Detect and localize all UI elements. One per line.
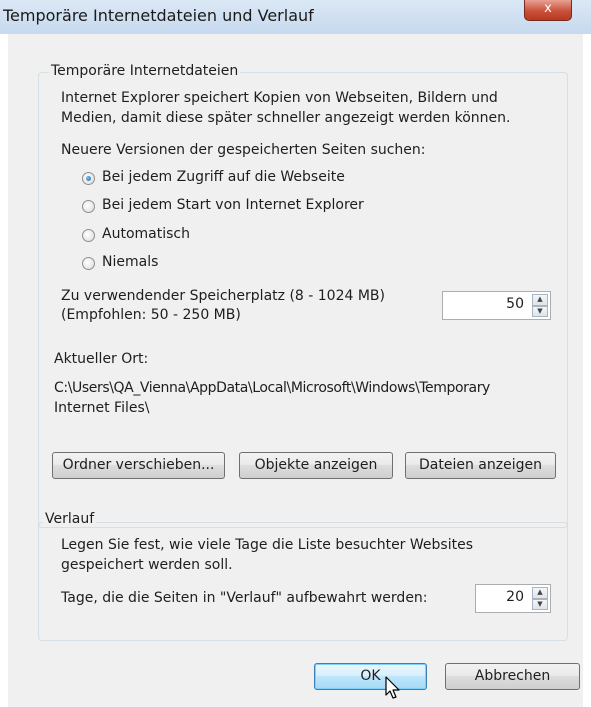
radio-selected-icon[interactable] <box>82 172 95 185</box>
history-description-2: gespeichert werden soll. <box>61 557 233 573</box>
check-newer-label: Neuere Versionen der gespeicherten Seite… <box>61 142 426 158</box>
radio-label: Bei jedem Start von Internet Explorer <box>102 197 364 213</box>
radio-label: Niemals <box>102 254 159 270</box>
history-days-spinner[interactable]: 20 ▲ ▼ <box>475 584 551 613</box>
title-bar[interactable]: Temporäre Internetdateien und Verlauf x <box>0 0 591 34</box>
radio-unselected-icon[interactable] <box>82 257 95 270</box>
radio-unselected-icon[interactable] <box>82 229 95 242</box>
spinner-down-icon[interactable]: ▼ <box>532 305 548 317</box>
view-objects-button[interactable]: Objekte anzeigen <box>239 452 393 479</box>
history-description: Legen Sie fest, wie viele Tage die Liste… <box>61 537 473 553</box>
spinner-buttons: ▲ ▼ <box>532 587 548 610</box>
spinner-up-icon[interactable]: ▲ <box>532 294 548 306</box>
disk-space-recommended: (Empfohlen: 50 - 250 MB) <box>61 307 241 323</box>
radio-unselected-icon[interactable] <box>82 200 95 213</box>
close-button[interactable]: x <box>524 0 572 21</box>
move-folder-button[interactable]: Ordner verschieben... <box>52 452 225 479</box>
temp-files-legend: Temporäre Internetdateien <box>49 63 241 79</box>
disk-space-value[interactable]: 50 <box>506 296 524 312</box>
cancel-button[interactable]: Abbrechen <box>445 663 580 690</box>
history-legend: Verlauf <box>43 511 97 527</box>
temp-files-description: Internet Explorer speichert Kopien von W… <box>61 90 498 106</box>
current-location-path-2: Internet Files\ <box>54 400 150 416</box>
ok-button[interactable]: OK <box>314 663 427 690</box>
current-location-label: Aktueller Ort: <box>54 351 149 367</box>
history-days-label: Tage, die die Seiten in "Verlauf" aufbew… <box>61 590 428 606</box>
window-title: Temporäre Internetdateien und Verlauf <box>3 6 314 25</box>
disk-space-spinner[interactable]: 50 ▲ ▼ <box>442 291 551 320</box>
history-days-value[interactable]: 20 <box>506 589 524 605</box>
view-files-button[interactable]: Dateien anzeigen <box>405 452 556 479</box>
radio-label: Bei jedem Zugriff auf die Webseite <box>102 169 345 185</box>
close-icon: x <box>544 1 552 16</box>
mouse-pointer-icon <box>385 676 400 699</box>
temp-files-description-2: Medien, damit diese später schneller ang… <box>61 110 511 126</box>
radio-label: Automatisch <box>102 226 190 242</box>
dialog-body: Temporäre Internetdateien Internet Explo… <box>8 34 583 707</box>
spinner-buttons: ▲ ▼ <box>532 294 548 317</box>
spinner-down-icon[interactable]: ▼ <box>532 598 548 610</box>
disk-space-label: Zu verwendender Speicherplatz (8 - 1024 … <box>61 288 385 304</box>
spinner-up-icon[interactable]: ▲ <box>532 587 548 599</box>
current-location-path: C:\Users\QA_Vienna\AppData\Local\Microso… <box>54 380 490 396</box>
